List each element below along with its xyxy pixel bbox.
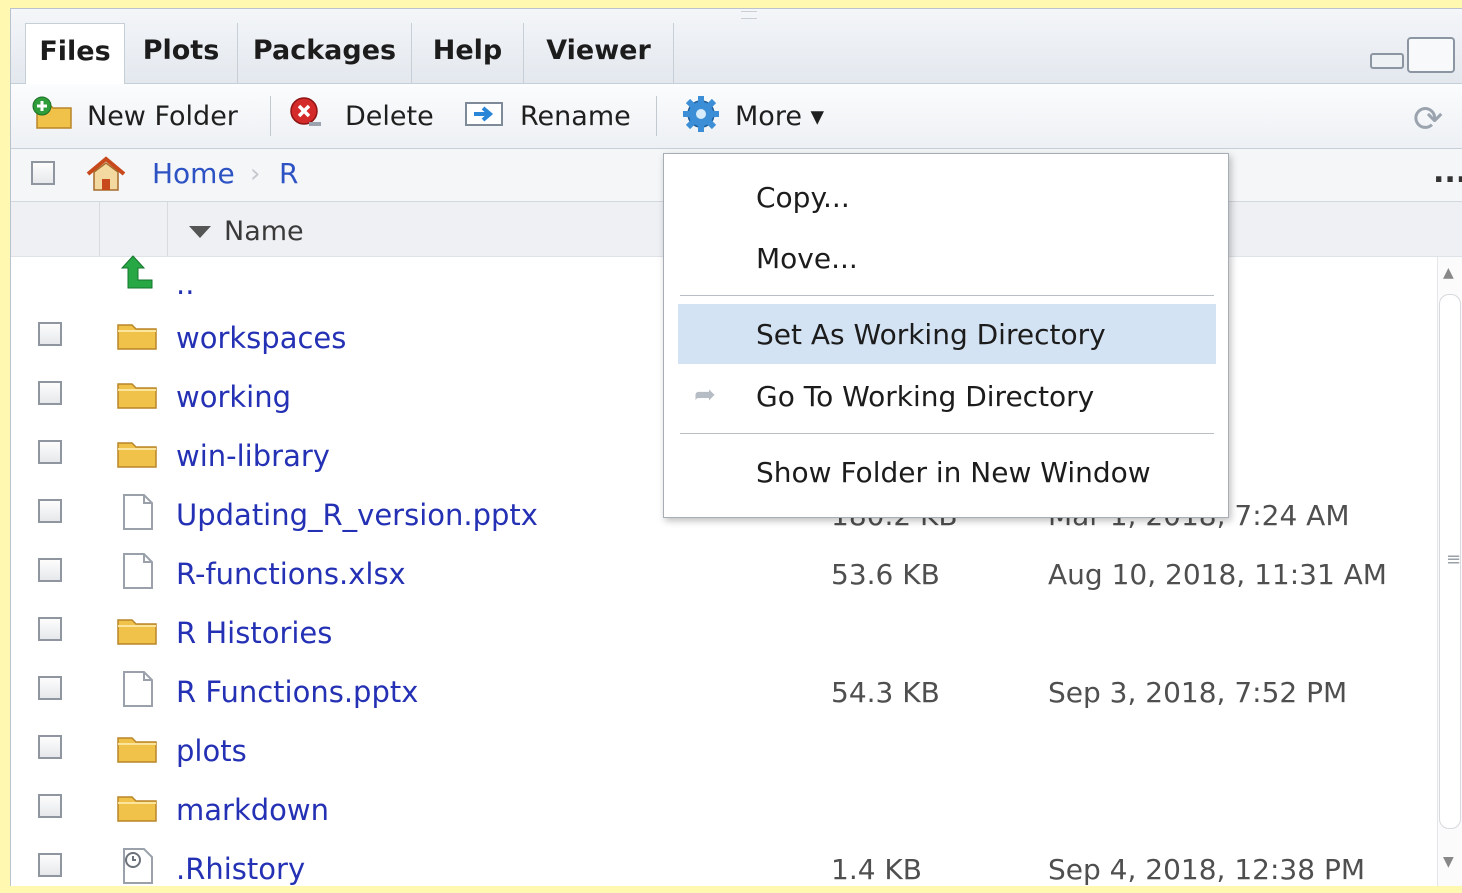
- delete-icon: [289, 96, 323, 137]
- file-name[interactable]: win-library: [176, 439, 330, 473]
- scrollbar-grip-icon: ≡: [1446, 549, 1462, 570]
- column-header-name[interactable]: Name: [224, 216, 304, 247]
- row-checkbox[interactable]: [38, 558, 62, 582]
- file-icon: [123, 553, 153, 589]
- rename-label: Rename: [520, 100, 631, 132]
- row-checkbox[interactable]: [38, 322, 62, 346]
- menu-item-move[interactable]: Move...: [664, 228, 1228, 288]
- breadcrumb-overflow-button[interactable]: ...: [1433, 155, 1462, 190]
- toolbar-separator: [270, 96, 271, 136]
- menu-item-go-to-working-directory[interactable]: Go To Working Directory: [664, 366, 1228, 426]
- file-size: 53.6 KB: [831, 558, 940, 591]
- menu-item-set-working-directory[interactable]: Set As Working Directory: [678, 304, 1216, 364]
- sort-descending-icon: [189, 226, 211, 238]
- tab-packages[interactable]: Packages: [238, 23, 412, 83]
- tab-files[interactable]: Files: [25, 23, 125, 84]
- breadcrumb-separator: ›: [250, 159, 261, 189]
- file-name[interactable]: .Rhistory: [176, 852, 305, 886]
- file-size: 1.4 KB: [831, 853, 922, 886]
- pane-resize-grip[interactable]: [741, 11, 757, 19]
- file-modified: Sep 3, 2018, 7:52 PM: [1048, 676, 1348, 709]
- file-name[interactable]: workspaces: [176, 321, 346, 355]
- new-folder-button[interactable]: New Folder: [31, 84, 238, 148]
- row-checkbox[interactable]: [38, 440, 62, 464]
- folder-icon: [117, 796, 157, 822]
- row-checkbox[interactable]: [38, 676, 62, 700]
- file-modified: Sep 4, 2018, 12:38 PM: [1048, 853, 1365, 886]
- refresh-icon[interactable]: ⟳: [1413, 99, 1443, 140]
- folder-icon: [117, 737, 157, 763]
- files-toolbar: New Folder Delete Rename More ▾: [11, 84, 1462, 149]
- row-checkbox[interactable]: [38, 735, 62, 759]
- breadcrumb-r[interactable]: R: [279, 157, 298, 190]
- more-dropdown-menu: Copy... Move... Set As Working Directory…: [663, 153, 1229, 518]
- file-name[interactable]: ..: [176, 267, 194, 301]
- scroll-down-icon[interactable]: ▼: [1443, 854, 1454, 870]
- row-checkbox[interactable]: [38, 381, 62, 405]
- scroll-up-icon[interactable]: ▲: [1443, 265, 1454, 281]
- breadcrumb-home[interactable]: Home: [152, 157, 235, 190]
- tab-help[interactable]: Help: [412, 23, 524, 83]
- row-checkbox[interactable]: [38, 794, 62, 818]
- row-checkbox[interactable]: [38, 499, 62, 523]
- select-all-checkbox[interactable]: [31, 161, 55, 185]
- tab-viewer[interactable]: Viewer: [524, 23, 674, 83]
- file-name[interactable]: R Functions.pptx: [176, 675, 418, 709]
- file-icon: [123, 671, 153, 707]
- more-menu-button[interactable]: More ▾: [679, 84, 824, 148]
- row-checkbox[interactable]: [38, 853, 62, 877]
- rename-icon: [464, 97, 504, 136]
- files-pane: Files Plots Packages Help Viewer New Fol…: [10, 8, 1462, 886]
- menu-separator: [680, 295, 1214, 296]
- new-folder-icon: [31, 96, 75, 137]
- file-size: 54.3 KB: [831, 676, 940, 709]
- file-name[interactable]: Updating_R_version.pptx: [176, 498, 538, 532]
- history-file-icon: [123, 848, 153, 884]
- folder-icon: [117, 324, 157, 350]
- tab-plots[interactable]: Plots: [125, 23, 238, 83]
- file-name[interactable]: working: [176, 380, 291, 414]
- gear-icon: [679, 93, 723, 140]
- file-modified: Aug 10, 2018, 11:31 AM: [1048, 558, 1387, 591]
- toolbar-separator: [656, 96, 657, 136]
- column-divider: [167, 202, 168, 256]
- delete-button[interactable]: Delete: [289, 84, 434, 148]
- minimize-pane-button[interactable]: [1370, 53, 1404, 69]
- home-icon[interactable]: [84, 155, 128, 197]
- folder-icon: [117, 619, 157, 645]
- row-checkbox[interactable]: [38, 617, 62, 641]
- rename-button[interactable]: Rename: [464, 84, 631, 148]
- folder-icon: [117, 442, 157, 468]
- menu-item-copy[interactable]: Copy...: [664, 167, 1228, 227]
- new-folder-label: New Folder: [87, 100, 238, 132]
- file-name[interactable]: R-functions.xlsx: [176, 557, 406, 591]
- column-divider: [99, 202, 100, 256]
- tab-bar: Files Plots Packages Help Viewer: [11, 9, 1462, 84]
- menu-item-show-folder-new-window[interactable]: Show Folder in New Window: [664, 442, 1228, 502]
- more-label: More ▾: [735, 100, 825, 132]
- arrow-up-icon: [118, 254, 156, 298]
- file-name[interactable]: markdown: [176, 793, 329, 827]
- maximize-pane-button[interactable]: [1407, 37, 1455, 73]
- menu-separator: [680, 433, 1214, 434]
- file-name[interactable]: R Histories: [176, 616, 332, 650]
- folder-icon: [117, 383, 157, 409]
- file-name[interactable]: plots: [176, 734, 247, 768]
- file-icon: [123, 494, 153, 530]
- delete-label: Delete: [345, 100, 434, 132]
